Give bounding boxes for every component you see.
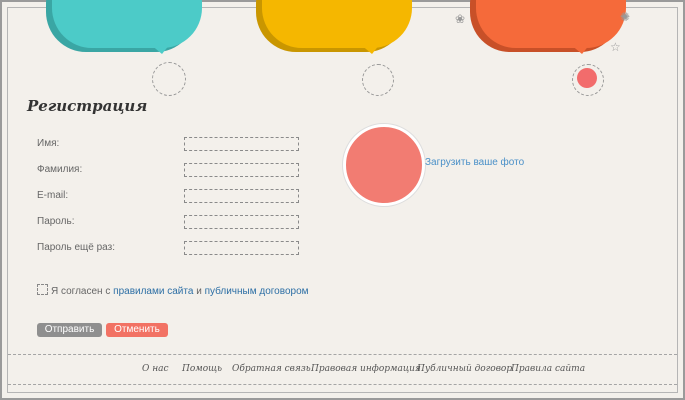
footer-divider-bottom [8, 384, 677, 385]
orange-bubble-tail [570, 44, 590, 54]
last-name-field[interactable] [184, 163, 299, 177]
agree-text: Я согласен с [51, 286, 111, 297]
yellow-bubble-decoration [262, 0, 412, 48]
footer-link-feedback[interactable]: Обратная связь [232, 364, 311, 374]
dashed-circle-decoration [152, 62, 186, 96]
footer-link-rules[interactable]: Правила сайта [511, 364, 585, 374]
first-name-label: Имя: [37, 138, 60, 149]
password-confirm-label: Пароль ещё раз: [37, 242, 115, 253]
footer-link-help[interactable]: Помощь [182, 364, 222, 374]
footer-nav: О нас Помощь Обратная связь Правовая инф… [0, 364, 685, 378]
footer-link-legal[interactable]: Правовая информация [311, 364, 421, 374]
site-rules-link[interactable]: правилами сайта [113, 286, 193, 297]
teal-bubble-tail [150, 44, 170, 54]
yellow-bubble-tail [360, 44, 380, 54]
cancel-button[interactable]: Отменить [106, 323, 168, 337]
password-field[interactable] [184, 215, 299, 229]
password-label: Пароль: [37, 216, 75, 227]
upload-photo-link[interactable]: Загрузить ваше фото [425, 157, 524, 168]
footer-link-about[interactable]: О нас [142, 364, 169, 374]
agreement-row: Я согласен с правилами сайта и публичным… [37, 284, 309, 297]
email-label: E-mail: [37, 190, 69, 201]
agree-and-text: и [196, 286, 202, 297]
teal-bubble-decoration [52, 0, 202, 48]
last-name-label: Фамилия: [37, 164, 83, 175]
orange-bubble-decoration [476, 0, 626, 48]
flower-icon: ❀ [455, 12, 466, 26]
star-icon: ☆ [610, 40, 621, 54]
page-frame [0, 0, 685, 400]
footer-link-contract[interactable]: Публичный договор [417, 364, 512, 374]
public-contract-link[interactable]: публичным договором [205, 286, 309, 297]
agree-checkbox[interactable] [37, 284, 48, 295]
first-name-field[interactable] [184, 137, 299, 151]
email-field[interactable] [184, 189, 299, 203]
footer-divider-top [8, 354, 677, 355]
sun-icon: ✺ [620, 10, 631, 24]
avatar-placeholder[interactable] [343, 124, 425, 206]
page-title: Регистрация [27, 97, 148, 115]
password-confirm-field[interactable] [184, 241, 299, 255]
dashed-circle-decoration [362, 64, 394, 96]
submit-button[interactable]: Отправить [37, 323, 102, 337]
